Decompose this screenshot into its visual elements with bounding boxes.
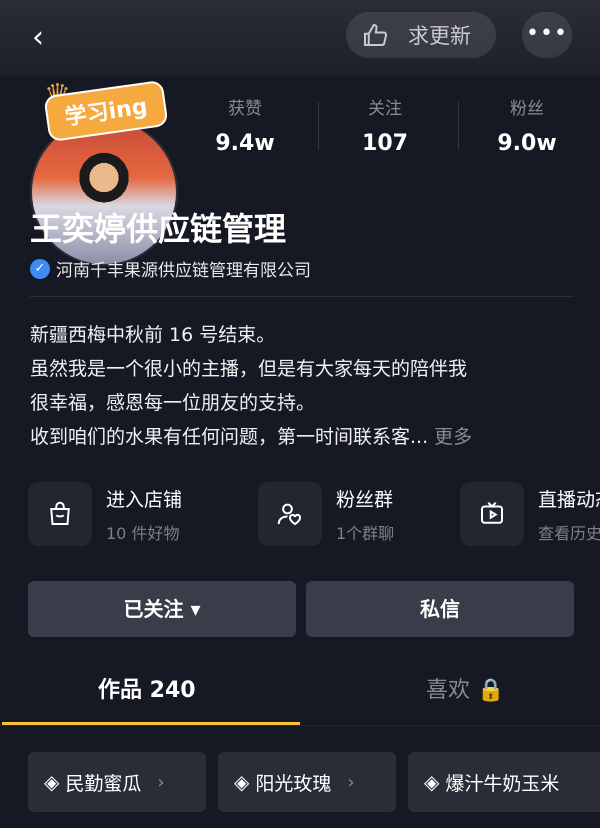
bio-line-last: 收到咱们的水果有任何问题，第一时间联系客... 更多: [30, 420, 590, 454]
stat-divider: [458, 102, 459, 150]
layers-icon: ◈: [234, 770, 250, 794]
stat-value: 9.4w: [215, 131, 275, 156]
stat-value: 107: [362, 131, 408, 156]
service-title: 粉丝群: [336, 488, 394, 511]
verified-org-label: 河南千丰果源供应链管理有限公司: [56, 261, 311, 281]
chevron-right-icon: ›: [347, 771, 355, 793]
content-tabs: 作品 240 喜欢 🔒: [0, 664, 600, 728]
profile-card: ♛ 学习ing 获赞 9.4w 关注 107 粉丝 9.0w 王奕婷供应链管理 …: [0, 76, 600, 828]
collection-label: 民勤蜜瓜: [65, 772, 142, 795]
service-title: 直播动态: [538, 488, 600, 511]
collection-chips: ◈ 民勤蜜瓜 › ◈ 阳光玫瑰 › ◈ 爆汁牛奶玉米: [28, 752, 600, 812]
request-update-label: 求更新: [408, 24, 471, 48]
service-shop[interactable]: 进入店铺 10 件好物: [28, 482, 182, 546]
verified-check-icon: ✓: [30, 258, 50, 279]
bio-line: 很幸福，感恩每一位朋友的支持。: [30, 392, 316, 414]
bio-line: 虽然我是一个很小的主播，但是有大家每天的陪伴我: [30, 358, 468, 380]
request-update-button[interactable]: 求更新: [346, 12, 496, 58]
service-subtitle: 查看历史: [538, 523, 600, 543]
tab-divider: [0, 725, 600, 726]
tab-works[interactable]: 作品 240: [98, 672, 196, 704]
profile-name: 王奕婷供应链管理: [30, 210, 287, 248]
collection-chip[interactable]: ◈ 民勤蜜瓜 ›: [28, 752, 206, 812]
service-subtitle: 1个群聊: [336, 523, 395, 543]
shopping-bag-icon: [28, 482, 92, 546]
layers-icon: ◈: [44, 770, 60, 794]
stat-likes[interactable]: 获赞 9.4w: [190, 94, 300, 156]
following-button[interactable]: 已关注 ▾: [28, 581, 296, 637]
stats-bar: 获赞 9.4w 关注 107 粉丝 9.0w: [190, 94, 590, 174]
more-options-button[interactable]: •••: [522, 12, 572, 58]
chevron-right-icon: ›: [157, 771, 165, 793]
more-icon: •••: [526, 21, 568, 46]
collection-chip[interactable]: ◈ 爆汁牛奶玉米: [408, 752, 600, 812]
bio[interactable]: 新疆西梅中秋前 16 号结束。 虽然我是一个很小的主播，但是有大家每天的陪伴我 …: [30, 318, 590, 454]
verified-org[interactable]: ✓ 河南千丰果源供应链管理有限公司: [30, 256, 311, 281]
service-title: 进入店铺: [106, 488, 183, 511]
back-button[interactable]: ‹: [32, 20, 68, 56]
collection-label: 爆汁牛奶玉米: [445, 772, 560, 795]
layers-icon: ◈: [424, 770, 440, 794]
stat-followers[interactable]: 粉丝 9.0w: [472, 94, 582, 156]
divider: [30, 296, 574, 297]
stat-following[interactable]: 关注 107: [330, 94, 440, 156]
service-live[interactable]: 直播动态 查看历史: [460, 482, 600, 546]
stat-label: 获赞: [228, 99, 262, 119]
stat-value: 9.0w: [497, 131, 557, 156]
bio-more-link[interactable]: 更多: [434, 426, 472, 448]
thumbs-up-icon: [364, 23, 388, 46]
top-bar: ‹ 求更新 •••: [0, 0, 600, 76]
bio-line: 收到咱们的水果有任何问题，第一时间联系客...: [30, 426, 429, 448]
collection-chip[interactable]: ◈ 阳光玫瑰 ›: [218, 752, 396, 812]
collection-label: 阳光玫瑰: [255, 772, 332, 795]
message-button[interactable]: 私信: [306, 581, 574, 637]
service-subtitle: 10 件好物: [106, 523, 180, 543]
group-heart-icon: [258, 482, 322, 546]
service-fan-group[interactable]: 粉丝群 1个群聊: [258, 482, 394, 546]
stat-label: 关注: [368, 99, 402, 119]
chevron-left-icon: ‹: [32, 20, 44, 55]
tab-likes[interactable]: 喜欢 🔒: [426, 672, 504, 704]
stat-label: 粉丝: [510, 99, 544, 119]
bio-line: 新疆西梅中秋前 16 号结束。: [30, 324, 276, 346]
tv-play-icon: [460, 482, 524, 546]
stat-divider: [318, 102, 319, 150]
